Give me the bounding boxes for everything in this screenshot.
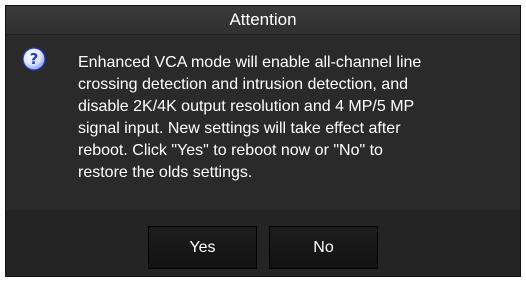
dialog-title: Attention bbox=[6, 6, 520, 35]
no-button[interactable]: No bbox=[269, 226, 378, 269]
yes-button[interactable]: Yes bbox=[148, 226, 257, 269]
dialog-message: Enhanced VCA mode will enable all-channe… bbox=[78, 54, 422, 181]
svg-text:?: ? bbox=[30, 50, 39, 68]
button-bar bbox=[6, 210, 520, 276]
question-icon: ? bbox=[22, 47, 46, 71]
attention-dialog: Attention ? Enhanced VCA mode will enabl… bbox=[5, 5, 521, 277]
